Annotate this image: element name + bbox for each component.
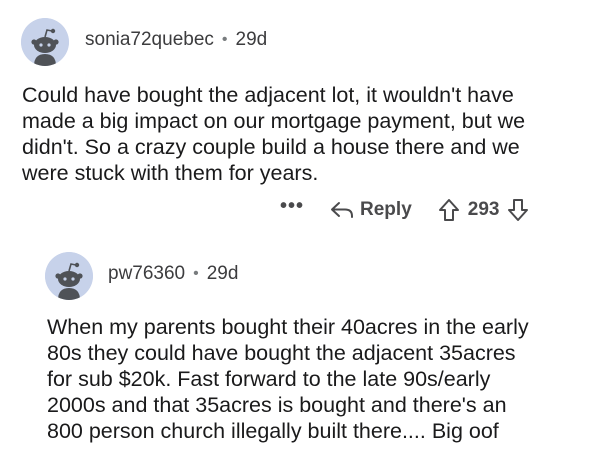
avatar[interactable] bbox=[21, 18, 69, 66]
meta-separator: • bbox=[193, 265, 199, 282]
comment-body: Could have bought the adjacent lot, it w… bbox=[22, 82, 592, 186]
reply-button[interactable]: Reply bbox=[330, 199, 412, 221]
more-options-button[interactable]: ••• bbox=[280, 196, 304, 216]
snoo-avatar-icon bbox=[45, 252, 93, 300]
username[interactable]: sonia72quebec bbox=[85, 29, 214, 51]
comment-body-line: for sub $20k. Fast forward to the late 9… bbox=[47, 367, 491, 391]
comment-body-line: 80s they could have bought the adjacent … bbox=[47, 341, 516, 365]
vote-controls: 293 bbox=[438, 198, 530, 222]
meta-separator: • bbox=[221, 31, 228, 48]
comment-age: 29d bbox=[206, 263, 239, 284]
comment-body-line: 800 person church illegally built there.… bbox=[47, 419, 499, 443]
comment-age: 29d bbox=[235, 29, 268, 50]
comment-meta: pw76360 • 29d bbox=[108, 263, 238, 285]
comment-body-line: made a big impact on our mortgage paymen… bbox=[22, 109, 526, 133]
comment-body-line: didn't. So a crazy couple build a house … bbox=[22, 135, 520, 159]
comment-body: When my parents bought their 40acres in … bbox=[47, 314, 595, 444]
comment-meta: sonia72quebec • 29d bbox=[85, 29, 267, 51]
comment-body-line: were stuck with them for years. bbox=[22, 161, 319, 185]
vote-score: 293 bbox=[467, 199, 500, 220]
comment-body-line: 2000s and that 35acres is bought and the… bbox=[47, 393, 507, 417]
avatar[interactable] bbox=[45, 252, 93, 300]
downvote-arrow-icon[interactable] bbox=[507, 198, 529, 222]
comment-body-line: Could have bought the adjacent lot, it w… bbox=[22, 83, 514, 107]
comment-body-line: When my parents bought their 40acres in … bbox=[47, 315, 529, 339]
reply-arrow-icon bbox=[331, 202, 354, 218]
snoo-avatar-icon bbox=[21, 18, 69, 66]
reply-label: Reply bbox=[360, 199, 412, 220]
comment-actions: ••• Reply 293 bbox=[280, 196, 529, 224]
upvote-arrow-icon[interactable] bbox=[438, 198, 460, 222]
username[interactable]: pw76360 bbox=[108, 263, 185, 285]
